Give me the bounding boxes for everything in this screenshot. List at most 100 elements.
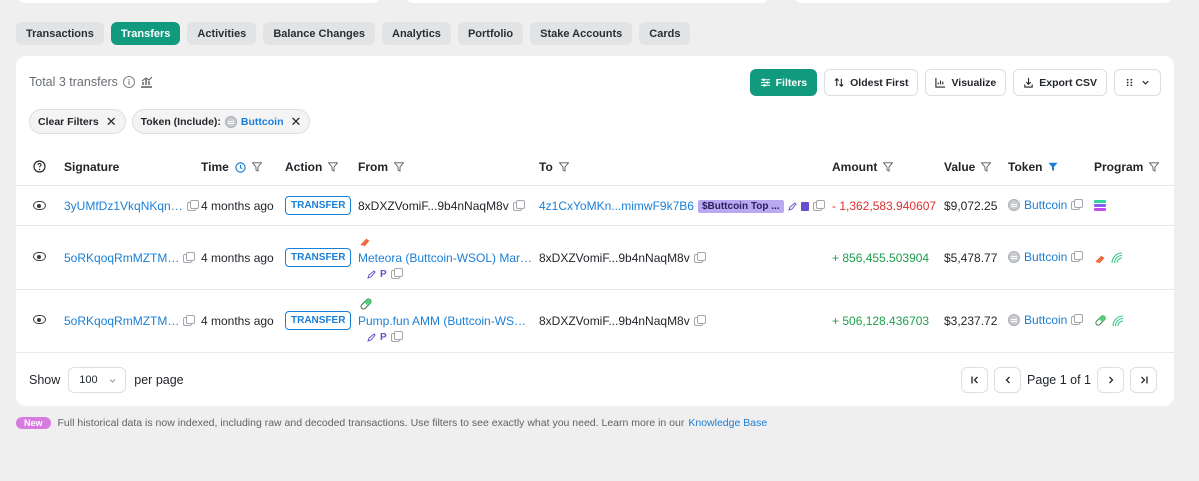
table-header: Signature Time Action From To Amount Val… (16, 156, 1174, 186)
clear-filters-chip[interactable]: Clear Filters ✕ (29, 109, 126, 134)
signature-link[interactable]: 5oRKqoqRmMZTM… (64, 314, 179, 328)
info-icon[interactable]: i (122, 76, 135, 88)
clear-filters-label: Clear Filters (38, 115, 99, 128)
col-token-label: Token (1008, 160, 1043, 174)
table-row: 3yUMfDz1VkqNKqn… 4 months ago TRANSFER 8… (16, 187, 1174, 226)
eye-icon[interactable] (33, 315, 46, 324)
top-card-middle (404, 0, 770, 3)
funnel-icon[interactable] (558, 162, 569, 172)
eye-icon[interactable] (33, 201, 46, 210)
col-value: Value (944, 160, 992, 174)
copy-icon[interactable] (186, 199, 199, 211)
funnel-icon-active[interactable] (1048, 162, 1058, 172)
funnel-icon[interactable] (328, 162, 339, 172)
token-filter-value: Buttcoin (240, 115, 284, 128)
active-filters: Clear Filters ✕ Token (Include): Buttcoi… (29, 109, 311, 134)
chart-icon[interactable] (140, 76, 153, 88)
pencil-icon[interactable] (367, 333, 376, 342)
knowledge-base-link[interactable]: Knowledge Base (688, 417, 767, 429)
funnel-icon[interactable] (1149, 162, 1160, 172)
tab-portfolio[interactable]: Portfolio (457, 22, 524, 45)
tab-transactions[interactable]: Transactions (16, 22, 104, 45)
eye-icon[interactable] (33, 252, 46, 261)
sort-button[interactable]: Oldest First (824, 69, 919, 96)
token-link[interactable]: Buttcoin (1024, 198, 1067, 212)
token-link[interactable]: Buttcoin (1024, 250, 1067, 264)
to-address[interactable]: 4z1CxYoMKn...mimwF9k7B6 (539, 199, 694, 213)
table-row: 5oRKqoqRmMZTM… 4 months ago TRANSFER Met… (16, 227, 1174, 290)
col-program: Program (1094, 160, 1160, 174)
tab-balance-changes[interactable]: Balance Changes (263, 22, 376, 45)
table-row: 5oRKqoqRmMZTM… 4 months ago TRANSFER Pum… (16, 291, 1174, 353)
pencil-icon[interactable] (787, 201, 797, 211)
chevron-down-icon (1142, 80, 1149, 85)
prev-icon[interactable] (994, 367, 1022, 393)
per-page-label: per page (134, 373, 184, 387)
time-cell: 4 months ago (201, 199, 274, 213)
funnel-icon[interactable] (251, 162, 262, 172)
close-icon[interactable]: ✕ (291, 114, 302, 130)
col-signature: Signature (64, 160, 119, 174)
copy-icon[interactable] (693, 314, 706, 326)
to-address[interactable]: 8xDXZVomiF...9b4nNaqM8v (539, 314, 690, 328)
token-link[interactable]: Buttcoin (1024, 313, 1067, 327)
new-badge: New (16, 417, 51, 429)
tab-cards[interactable]: Cards (639, 22, 691, 45)
tab-transfers[interactable]: Transfers (110, 22, 181, 45)
signature-link[interactable]: 5oRKqoqRmMZTM… (64, 251, 179, 265)
coin-icon (224, 115, 237, 128)
amount-cell: + 856,455.503904 (832, 251, 930, 265)
col-from: From (358, 160, 404, 174)
close-icon[interactable]: ✕ (106, 114, 117, 130)
funnel-icon[interactable] (883, 162, 894, 172)
copy-icon[interactable] (1071, 198, 1084, 210)
from-address[interactable]: 8xDXZVomiF...9b4nNaqM8v (358, 199, 509, 213)
p-icon: P (380, 332, 387, 343)
col-amount: Amount (832, 160, 894, 174)
tab-analytics[interactable]: Analytics (382, 22, 451, 45)
pill-icon (1095, 315, 1106, 326)
per-page-value: 100 (79, 374, 98, 386)
sort-label: Oldest First (850, 76, 909, 89)
next-icon[interactable] (1097, 367, 1124, 393)
to-address[interactable]: 8xDXZVomiF...9b4nNaqM8v (539, 251, 690, 265)
from-program-link[interactable]: Meteora (Buttcoin-WSOL) Mar… (358, 251, 532, 265)
amount-cell: - 1,362,583.940607 (832, 199, 937, 213)
amount-cell: + 506,128.436703 (832, 314, 930, 328)
filters-button[interactable]: Filters (749, 69, 818, 96)
funnel-icon[interactable] (394, 162, 404, 172)
from-program-link[interactable]: Pump.fun AMM (Buttcoin-WS… (358, 314, 526, 328)
signature-link[interactable]: 3yUMfDz1VkqNKqn… (64, 199, 183, 213)
copy-icon[interactable] (812, 199, 825, 211)
tab-stake-accounts[interactable]: Stake Accounts (530, 22, 633, 45)
copy-icon[interactable] (1071, 313, 1084, 325)
meteora-icon (360, 238, 370, 247)
per-page-select[interactable]: 100 (68, 367, 127, 393)
signal-arcs-icon (1111, 252, 1123, 264)
copy-icon[interactable] (512, 199, 525, 211)
clock-icon[interactable] (235, 161, 246, 173)
first-page-icon[interactable] (961, 367, 989, 393)
token-filter-chip[interactable]: Token (Include): Buttcoin ✕ (131, 109, 311, 134)
pencil-icon[interactable] (367, 270, 376, 279)
copy-icon[interactable] (1071, 250, 1084, 262)
export-csv-button[interactable]: Export CSV (1013, 69, 1107, 96)
tab-activities[interactable]: Activities (187, 22, 257, 45)
visualize-button[interactable]: Visualize (925, 69, 1007, 96)
solana-icon (1094, 200, 1106, 211)
last-page-icon[interactable] (1130, 367, 1157, 393)
columns-menu-button[interactable] (1114, 69, 1161, 96)
value-cell: $5,478.77 (944, 251, 998, 265)
copy-icon[interactable] (183, 314, 196, 326)
col-to-label: To (539, 160, 553, 174)
help-icon[interactable] (33, 160, 46, 173)
copy-icon[interactable] (390, 331, 403, 342)
copy-icon[interactable] (693, 251, 706, 263)
token-filter-label: Token (Include): (140, 115, 221, 128)
copy-icon[interactable] (183, 251, 196, 263)
coin-icon (1008, 199, 1020, 211)
col-time-label: Time (201, 160, 229, 174)
funnel-icon[interactable] (981, 162, 992, 172)
copy-icon[interactable] (390, 268, 403, 279)
col-to: To (539, 160, 569, 174)
